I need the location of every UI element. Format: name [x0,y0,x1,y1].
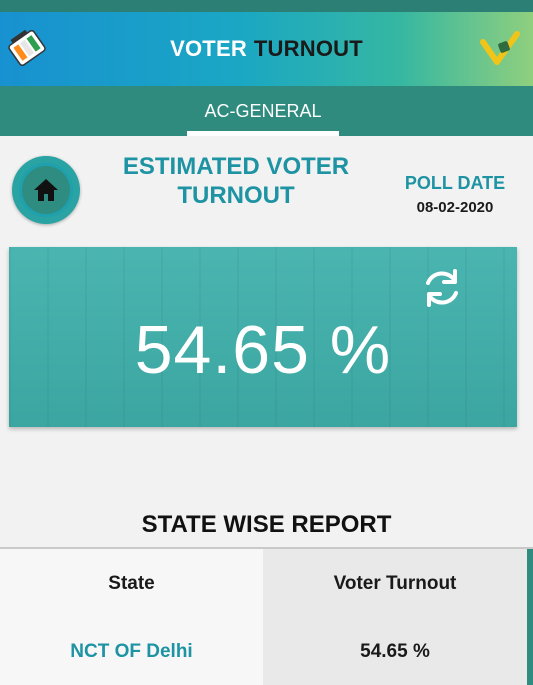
turnout-column [263,549,533,685]
tab-active-indicator [187,131,339,136]
state-wise-report-title: STATE WISE REPORT [141,511,392,538]
state-column [0,549,263,685]
status-strip [0,0,533,12]
estimated-turnout-title: ESTIMATED VOTER TURNOUT [122,153,350,209]
home-button-inner [19,163,73,217]
state-report-table: State Voter Turnout NCT OF Delhi 54.65 % [0,549,533,685]
app-title-part2: TURNOUT [253,36,363,61]
poll-date-label: POLL DATE [404,173,506,193]
table-row-state-link[interactable]: NCT OF Delhi [0,641,263,663]
tab-bar: AC-GENERAL [0,86,533,136]
voter-check-logo-icon[interactable] [479,28,521,70]
ballot-box-logo-icon[interactable] [6,28,48,68]
home-button[interactable] [12,156,80,224]
app-title-part1: VOTER [170,36,247,61]
turnout-percentage: 54.65 % [134,312,392,388]
app-header: VOTER TURNOUT [0,12,533,86]
poll-date-value: 08-02-2020 [416,199,494,216]
table-row-turnout: 54.65 % [360,641,430,662]
tab-ac-general[interactable]: AC-GENERAL [187,86,339,136]
right-edge-strip [527,549,533,685]
refresh-icon[interactable] [419,265,465,311]
column-header-state: State [108,573,155,594]
app-title: VOTER TURNOUT [170,36,363,62]
home-icon [34,179,58,201]
column-header-voter-turnout: Voter Turnout [333,573,457,594]
turnout-card: 54.65 % [9,247,517,427]
